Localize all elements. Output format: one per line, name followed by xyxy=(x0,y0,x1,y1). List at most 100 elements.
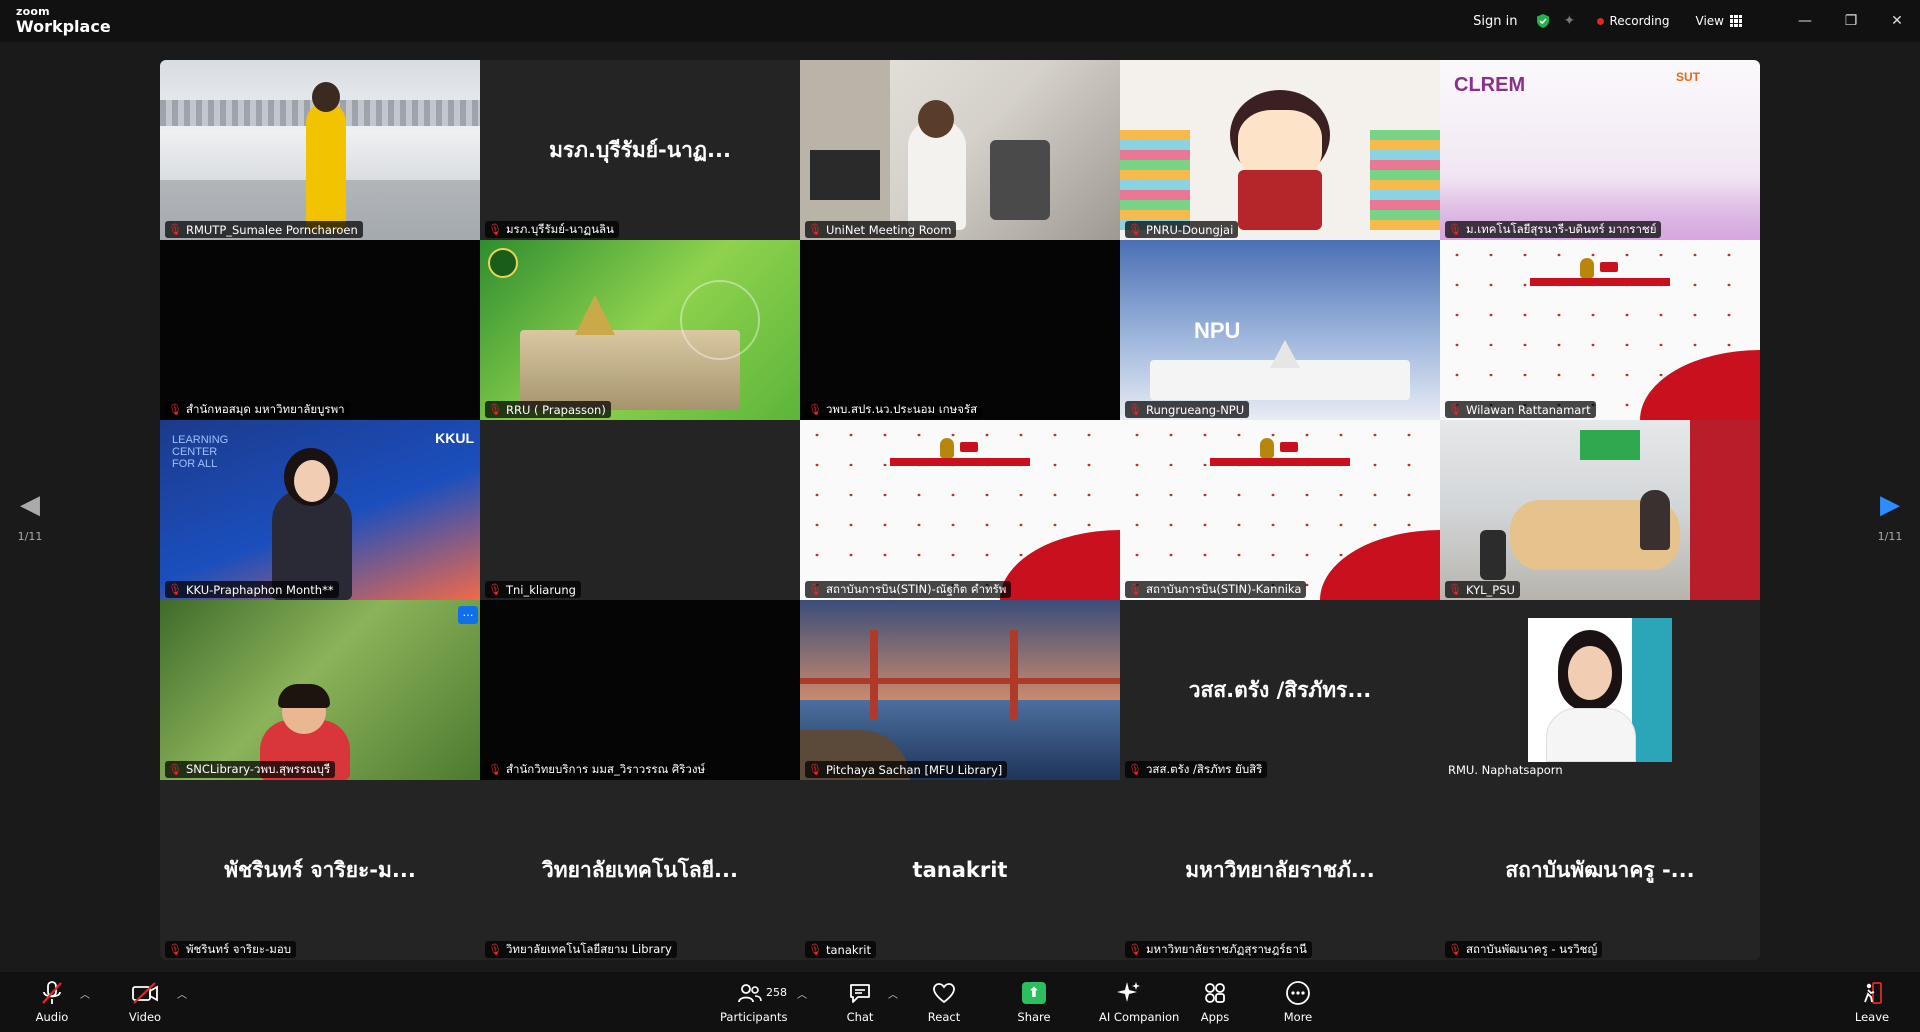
apps-button[interactable]: Apps xyxy=(1185,980,1245,1024)
video-button[interactable]: Video xyxy=(115,980,175,1024)
mic-muted-icon: 🎙 xyxy=(168,583,182,596)
video-tile[interactable]: มรภ.บุรีรัมย์-นาฏ... 🎙 มรภ.บุรีรัมย์-นาฏน… xyxy=(480,60,800,240)
ai-companion-icon xyxy=(1117,982,1140,1002)
participant-name-tag: 🎙 สำนักหอสมุด มหาวิทยาลัยบูรพา xyxy=(165,401,350,418)
participant-name-tag: 🎙 มรภ.บุรีรัมย์-นาฏนลิน xyxy=(485,221,619,238)
more-button[interactable]: More xyxy=(1268,980,1328,1024)
participant-display-name: สถาบันพัฒนาครู -... xyxy=(1505,857,1695,882)
video-tile[interactable]: … 🎙 SNCLibrary-วพบ.สุพรรณบุรี xyxy=(160,600,480,780)
video-tile[interactable]: NPU 🎙 Rungrueang-NPU xyxy=(1120,240,1440,420)
kku-text-line: LEARNING xyxy=(172,434,229,446)
restore-icon[interactable]: ❐ xyxy=(1828,0,1874,42)
recording-indicator[interactable]: Recording xyxy=(1597,14,1670,28)
participant-name-tag: 🎙 KYL_PSU xyxy=(1445,581,1520,598)
more-options-icon[interactable]: … xyxy=(458,606,478,624)
mic-muted-icon: 🎙 xyxy=(488,223,502,236)
video-tile[interactable]: 🎙 KYL_PSU xyxy=(1440,420,1760,600)
mic-muted-icon: 🎙 xyxy=(1448,223,1462,236)
video-tile[interactable]: 🎙 Tni_kliarung xyxy=(480,420,800,600)
video-tile[interactable]: 🎙 สถาบันการบิน(STIN)-ณัฐกิต คำทรัพ xyxy=(800,420,1120,600)
view-button[interactable]: View xyxy=(1696,14,1742,28)
video-tile[interactable]: 🎙 PNRU-Doungjai xyxy=(1120,60,1440,240)
participant-video xyxy=(160,600,480,780)
participants-options-caret[interactable]: ︿ xyxy=(797,986,807,1001)
video-tile[interactable]: สถาบันพัฒนาครู -... 🎙 สถาบันพัฒนาครู - นร… xyxy=(1440,780,1760,960)
close-icon[interactable]: ✕ xyxy=(1874,0,1920,42)
video-tile[interactable]: 🎙 สำนักหอสมุด มหาวิทยาลัยบูรพา xyxy=(160,240,480,420)
video-tile[interactable]: พัชรินทร์ จาริยะ-ม... 🎙 พัชรินทร์ จาริยะ-… xyxy=(160,780,480,960)
mic-muted-icon: 🎙 xyxy=(1448,403,1462,416)
mic-muted-icon: 🎙 xyxy=(808,583,822,596)
minimize-icon[interactable]: — xyxy=(1782,0,1828,42)
participant-name-tag: 🎙 Pitchaya Sachan [MFU Library] xyxy=(805,761,1008,778)
clrem-logo: CLREM xyxy=(1454,74,1526,96)
audio-button[interactable]: Audio xyxy=(22,980,82,1024)
share-button[interactable]: ⬆ Share xyxy=(1004,980,1064,1024)
participant-display-name: วิทยาลัยเทคโนโลยี... xyxy=(542,857,738,882)
video-tile[interactable]: 🎙 RMUTP_Sumalee Porncharoen xyxy=(160,60,480,240)
mic-muted-icon: 🎙 xyxy=(488,763,502,776)
video-tile[interactable]: 🎙 UniNet Meeting Room xyxy=(800,60,1120,240)
participant-name-tag: 🎙 วิทยาลัยเทคโนโลยีสยาม Library xyxy=(485,941,677,958)
video-tile[interactable]: 🎙 สำนักวิทยบริการ มมส_วิราวรรณ ศิริวงษ์ xyxy=(480,600,800,780)
mic-muted-icon: 🎙 xyxy=(1448,943,1462,956)
video-tile[interactable]: วิทยาลัยเทคโนโลยี... 🎙 วิทยาลัยเทคโนโลยีส… xyxy=(480,780,800,960)
audio-options-caret[interactable]: ︿ xyxy=(80,986,90,1001)
leave-icon xyxy=(1864,982,1882,1004)
video-tile[interactable]: LEARNING CENTER FOR ALL KKUL 🎙 KKU-Prapha… xyxy=(160,420,480,600)
video-tile[interactable]: 🎙 สถาบันการบิน(STIN)-Kannika xyxy=(1120,420,1440,600)
leave-button[interactable]: Leave xyxy=(1842,980,1902,1024)
participants-label: Participants xyxy=(720,1010,788,1024)
participant-video xyxy=(800,600,1120,780)
next-page-button[interactable]: ▶ 1/11 xyxy=(1860,490,1920,543)
chat-icon xyxy=(850,984,870,1003)
video-options-caret[interactable]: ︿ xyxy=(177,986,187,1001)
participant-name-tag: 🎙 มหาวิทยาลัยราชภัฏสุราษฎร์ธานี xyxy=(1125,941,1312,958)
participant-display-name: วสส.ตรัง /สิรภัทร... xyxy=(1188,677,1372,702)
chat-options-caret[interactable]: ︿ xyxy=(888,986,898,1001)
participants-icon xyxy=(738,984,762,1003)
mic-muted-icon: 🎙 xyxy=(168,943,182,956)
participant-name-tag: 🎙 พัชรินทร์ จาริยะ-มอบ xyxy=(165,941,297,958)
brand-small: zoom xyxy=(16,5,50,18)
video-tile[interactable]: RMU. Naphatsaporn xyxy=(1440,600,1760,780)
view-label: View xyxy=(1695,14,1724,28)
participant-video xyxy=(800,60,1120,240)
participant-video: NPU xyxy=(1120,240,1440,420)
ai-companion-label: AI Companion xyxy=(1099,1010,1180,1024)
chat-button[interactable]: Chat xyxy=(830,980,890,1024)
participant-name-tag: 🎙 วพบ.สปร.นว.ประนอม เกษจรัส xyxy=(805,401,983,418)
participant-display-name: มหาวิทยาลัยราชภั... xyxy=(1185,857,1375,882)
share-screen-icon: ⬆ xyxy=(1022,982,1046,1004)
mic-muted-icon: 🎙 xyxy=(808,223,822,236)
participant-name-tag: 🎙 สถาบันพัฒนาครู - นรวิชญ์ xyxy=(1445,941,1603,958)
video-tile[interactable]: 🎙 Pitchaya Sachan [MFU Library] xyxy=(800,600,1120,780)
video-tile[interactable]: วสส.ตรัง /สิรภัทร... 🎙 วสส.ตรัง /สิรภัทร … xyxy=(1120,600,1440,780)
audio-label: Audio xyxy=(35,1010,69,1024)
participant-name-tag: 🎙 สถาบันการบิน(STIN)-ณัฐกิต คำทรัพ xyxy=(805,581,1012,598)
previous-page-button[interactable]: ◀ 1/11 xyxy=(0,490,60,543)
participant-name-tag: 🎙 Tni_kliarung xyxy=(485,581,581,598)
video-tile[interactable]: 🎙 วพบ.สปร.นว.ประนอม เกษจรัส xyxy=(800,240,1120,420)
participant-video xyxy=(480,240,800,420)
participant-name-tag: 🎙 ม.เทคโนโลยีสุรนารี-บดินทร์ มากราชย์ xyxy=(1445,221,1662,238)
ai-sparkle-icon[interactable]: ✦ xyxy=(1563,13,1579,29)
video-tile[interactable]: 🎙 RRU ( Prapasson) xyxy=(480,240,800,420)
participant-name-tag: 🎙 SNCLibrary-วพบ.สุพรรณบุรี xyxy=(165,761,336,778)
shield-check-icon[interactable] xyxy=(1535,13,1551,29)
participant-name-tag: 🎙 Rungrueang-NPU xyxy=(1125,401,1250,418)
react-button[interactable]: React xyxy=(914,980,974,1024)
participant-name-tag: RMU. Naphatsaporn xyxy=(1448,762,1563,777)
video-tile[interactable]: 🎙 Wilawan Rattanamart xyxy=(1440,240,1760,420)
video-tile[interactable]: มหาวิทยาลัยราชภั... 🎙 มหาวิทยาลัยราชภัฏสุ… xyxy=(1120,780,1440,960)
participant-name-tag: 🎙 tanakrit xyxy=(805,941,876,958)
share-label: Share xyxy=(1017,1010,1051,1024)
kku-text-line: FOR ALL xyxy=(172,458,218,470)
participants-count: 258 xyxy=(766,986,787,999)
leave-label: Leave xyxy=(1854,1010,1890,1024)
video-tile[interactable]: CLREM SUT 🎙 ม.เทคโนโลยีสุรนารี-บดินทร์ มา… xyxy=(1440,60,1760,240)
sign-in-link[interactable]: Sign in xyxy=(1473,14,1517,29)
npu-logo: NPU xyxy=(1194,318,1241,343)
ai-companion-button[interactable]: AI Companion xyxy=(1099,980,1180,1024)
video-tile[interactable]: tanakrit 🎙 tanakrit xyxy=(800,780,1120,960)
